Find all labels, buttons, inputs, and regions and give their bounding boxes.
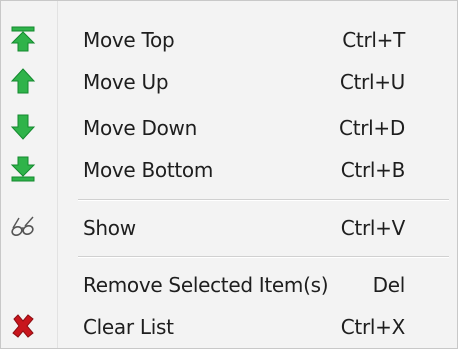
menu-item-label: Move Bottom (83, 158, 214, 182)
menu-separator (78, 256, 449, 258)
menu-item-shortcut: Del (372, 273, 406, 297)
menu-item-shortcut: Ctrl+D (339, 116, 405, 140)
menu-item-move-top[interactable]: Move Top Ctrl+T (1, 19, 457, 59)
menu-item-shortcut: Ctrl+T (342, 28, 405, 52)
red-x-icon (9, 312, 37, 340)
menu-item-label: Remove Selected Item(s) (83, 273, 329, 297)
menu-item-show[interactable]: Show Ctrl+V (1, 207, 457, 247)
menu-item-clear-list[interactable]: Clear List Ctrl+X (1, 306, 457, 346)
menu-item-label: Move Top (83, 28, 175, 52)
menu-item-shortcut: Ctrl+U (339, 70, 405, 94)
menu-item-label: Show (83, 216, 136, 240)
move-top-arrow-icon (9, 25, 37, 53)
context-menu: Move Top Ctrl+T Move Up Ctrl+U Move Down… (0, 0, 458, 349)
move-down-arrow-icon (9, 113, 37, 141)
move-up-arrow-icon (9, 67, 37, 95)
glasses-icon (9, 213, 37, 241)
menu-item-remove-selected[interactable]: Remove Selected Item(s) Del (1, 264, 457, 304)
menu-item-shortcut: Ctrl+V (340, 216, 406, 240)
menu-item-label: Move Up (83, 70, 169, 94)
menu-item-shortcut: Ctrl+X (340, 315, 406, 339)
menu-separator (78, 199, 449, 201)
menu-item-move-down[interactable]: Move Down Ctrl+D (1, 107, 457, 147)
menu-item-shortcut: Ctrl+B (340, 158, 406, 182)
menu-item-label: Clear List (83, 315, 174, 339)
menu-item-move-bottom[interactable]: Move Bottom Ctrl+B (1, 149, 457, 189)
menu-item-move-up[interactable]: Move Up Ctrl+U (1, 61, 457, 101)
menu-item-label: Move Down (83, 116, 197, 140)
move-bottom-arrow-icon (9, 155, 37, 183)
